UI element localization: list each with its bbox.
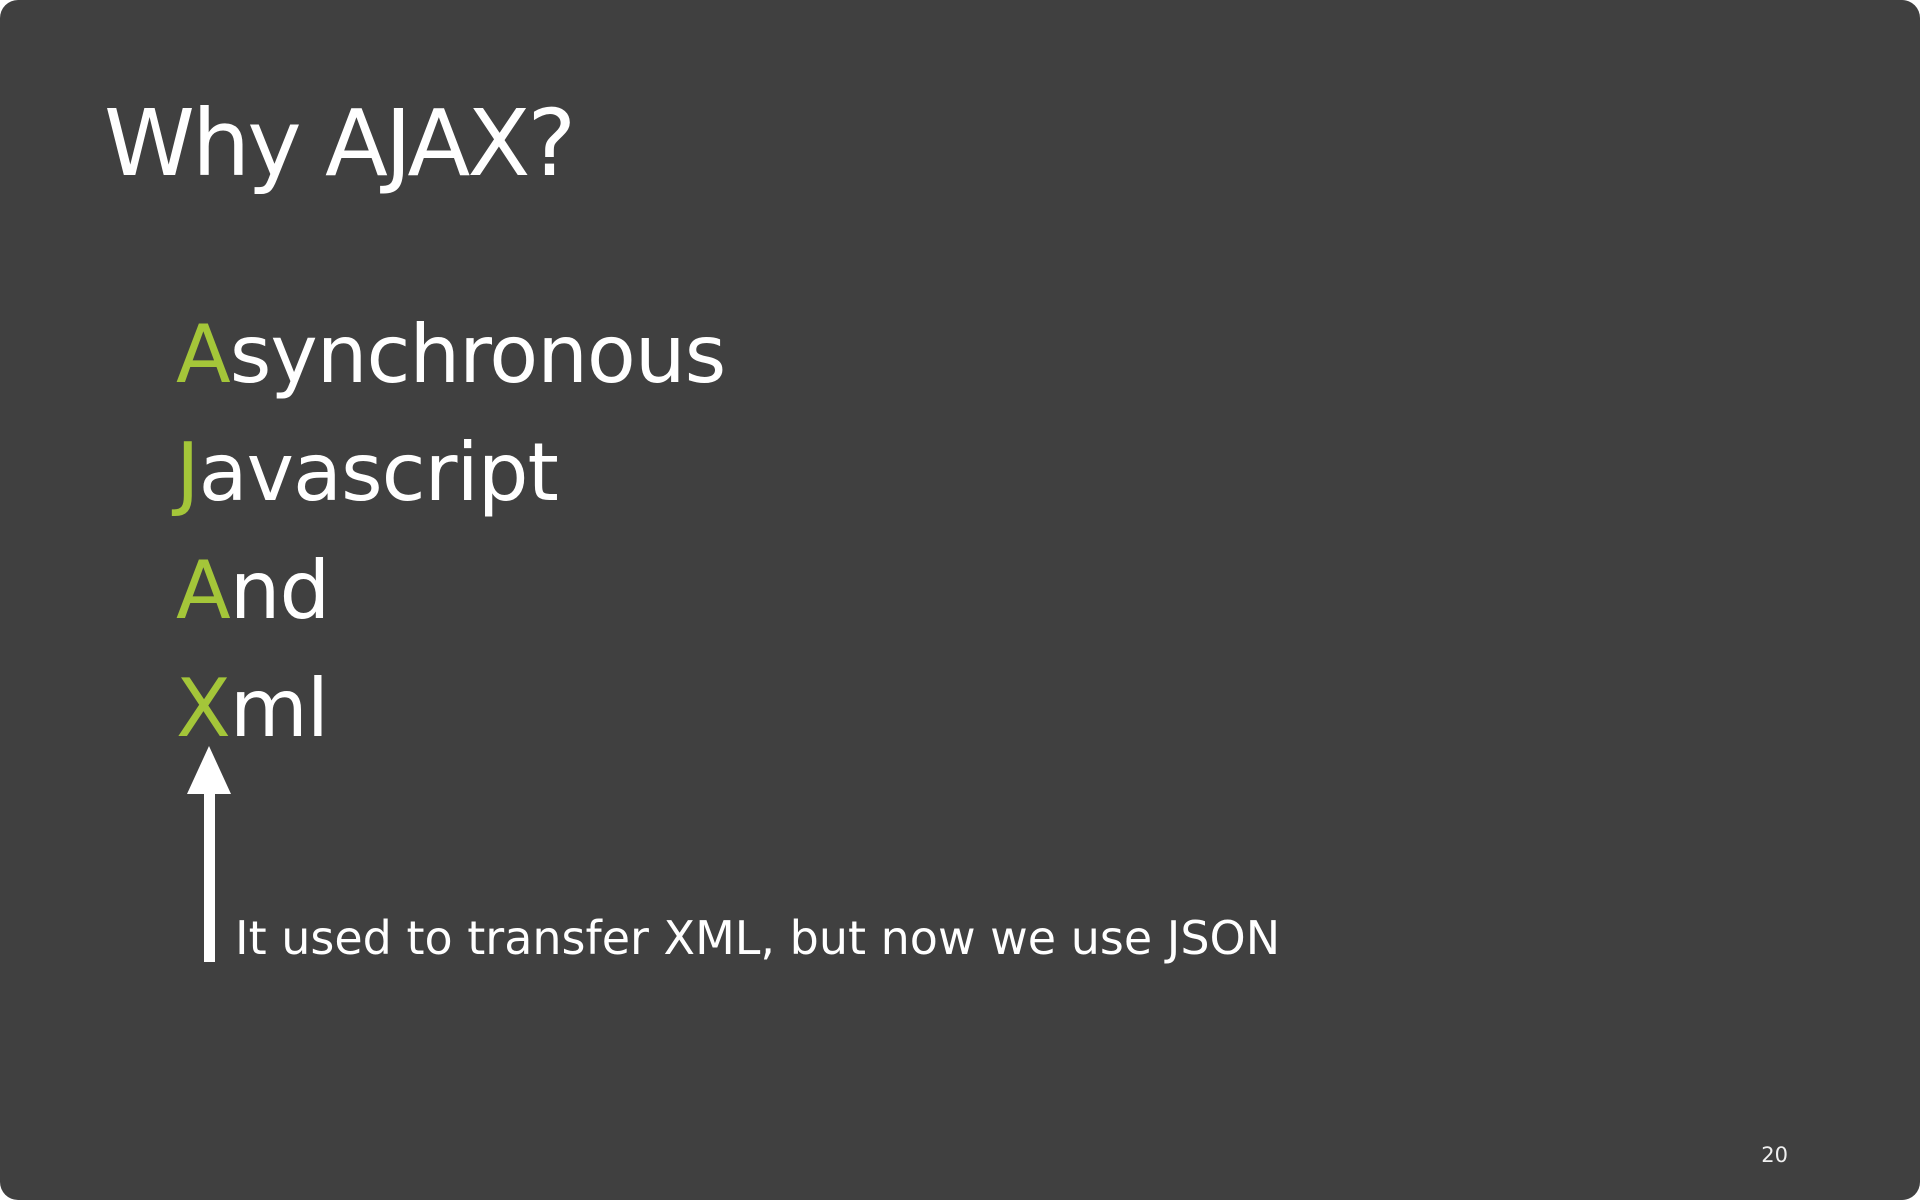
xml-json-note: It used to transfer XML, but now we use … [235,911,1281,965]
page-number: 20 [1761,1143,1788,1167]
acronym-initial: X [176,662,231,755]
acronym-item-xml: Xml [176,650,725,768]
acronym-initial: A [176,308,231,401]
slide-title: Why AJAX? [104,90,576,197]
acronym-item-javascript: Javascript [176,414,725,532]
acronym-word-rest: ml [229,662,329,755]
acronym-item-and: And [176,532,725,650]
acronym-initial: J [176,426,200,519]
slide: Why AJAX? Asynchronous Javascript And Xm… [0,0,1920,1200]
acronym-item-asynchronous: Asynchronous [176,296,727,414]
acronym-word-rest: nd [229,544,330,637]
acronym-word-rest: avascript [198,426,559,519]
acronym-initial: A [176,544,231,637]
arrow-head [187,746,231,794]
acronym-word-rest: synchronous [229,308,727,401]
acronym-list: Asynchronous Javascript And Xml [176,296,727,768]
arrow-shaft [204,792,215,962]
up-arrow-icon [187,746,231,962]
